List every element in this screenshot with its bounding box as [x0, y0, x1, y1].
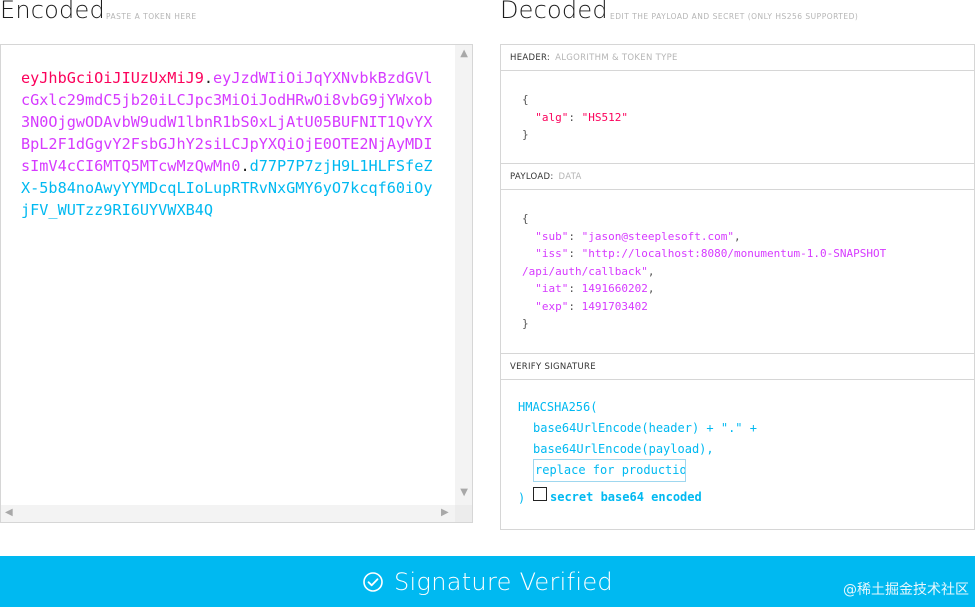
vertical-scrollbar[interactable] — [455, 45, 472, 506]
secret-base64-checkbox[interactable] — [533, 487, 547, 501]
payload-iat-key: "iat" — [535, 282, 569, 295]
secret-input[interactable]: replace for production — [533, 459, 686, 482]
signature-close-paren: ) — [518, 491, 526, 505]
watermark-text: @稀土掘金技术社区 — [843, 582, 969, 598]
token-dot-1: . — [203, 69, 214, 87]
payload-sublabel: DATA — [558, 172, 582, 182]
payload-iat-value: 1491660202 — [581, 282, 648, 295]
scroll-up-arrow-icon[interactable]: ▲ — [460, 49, 468, 59]
payload-exp-value: 1491703402 — [581, 299, 648, 313]
signature-payload-line: base64UrlEncode(payload), — [533, 442, 714, 456]
header-alg-value: "HS512" — [581, 110, 628, 124]
encoded-title: Encoded — [0, 0, 105, 24]
scroll-corner — [455, 505, 472, 522]
check-circle-icon — [363, 572, 383, 592]
scroll-down-arrow-icon[interactable]: ▼ — [460, 488, 468, 498]
payload-exp-key: "exp" — [535, 299, 569, 313]
scroll-right-arrow-icon[interactable]: ▶ — [441, 508, 449, 518]
signature-label: VERIFY SIGNATURE — [510, 362, 596, 372]
encoded-token-textarea[interactable]: eyJhbGciOiJIUzUxMiJ9.eyJzdWIiOiJqYXNvbkB… — [0, 44, 473, 523]
signature-func-line: HMACSHA256( — [518, 400, 598, 414]
secret-base64-label[interactable]: secret base64 encoded — [550, 490, 702, 504]
payload-sub-value: "jason@steeplesoft.com" — [581, 229, 734, 243]
encoded-hint: PASTE A TOKEN HERE — [106, 12, 197, 21]
header-label: HEADER: — [510, 53, 551, 63]
header-section-title: HEADER: ALGORITHM & TOKEN TYPE — [501, 45, 974, 71]
payload-json-editor[interactable]: { "sub": "jason@steeplesoft.com", "iss":… — [522, 210, 886, 333]
header-alg-key: "alg" — [535, 110, 569, 124]
payload-label: PAYLOAD: — [510, 172, 554, 182]
signature-section-title: VERIFY SIGNATURE — [501, 354, 974, 380]
payload-iss-key: "iss" — [535, 247, 569, 260]
encoded-token-text[interactable]: eyJhbGciOiJIUzUxMiJ9.eyJzdWIiOiJqYXNvbkB… — [21, 67, 441, 221]
scroll-left-arrow-icon[interactable]: ◀ — [5, 508, 13, 518]
horizontal-scrollbar[interactable] — [1, 505, 458, 522]
decoded-title: Decoded — [500, 0, 608, 24]
header-sublabel: ALGORITHM & TOKEN TYPE — [555, 53, 678, 63]
payload-iss-value-line1: "http://localhost:8080/monumentum-1.0-SN… — [581, 247, 887, 260]
decoded-hint: EDIT THE PAYLOAD AND SECRET (ONLY HS256 … — [610, 12, 859, 21]
payload-sub-key: "sub" — [535, 229, 569, 243]
signature-status-label: Signature Verified — [394, 568, 613, 596]
token-dot-2: . — [240, 157, 250, 175]
decoded-panel: HEADER: ALGORITHM & TOKEN TYPE { "alg": … — [500, 44, 975, 530]
header-json-editor[interactable]: { "alg": "HS512" } — [522, 91, 628, 144]
payload-section-title: PAYLOAD: DATA — [501, 164, 974, 190]
signature-header-line: base64UrlEncode(header) + "." + — [533, 421, 757, 435]
token-header-part: eyJhbGciOiJIUzUxMiJ9 — [21, 69, 204, 87]
payload-iss-value-line2: /api/auth/callback" — [522, 264, 648, 278]
signature-status-bar: Signature Verified — [0, 556, 975, 607]
